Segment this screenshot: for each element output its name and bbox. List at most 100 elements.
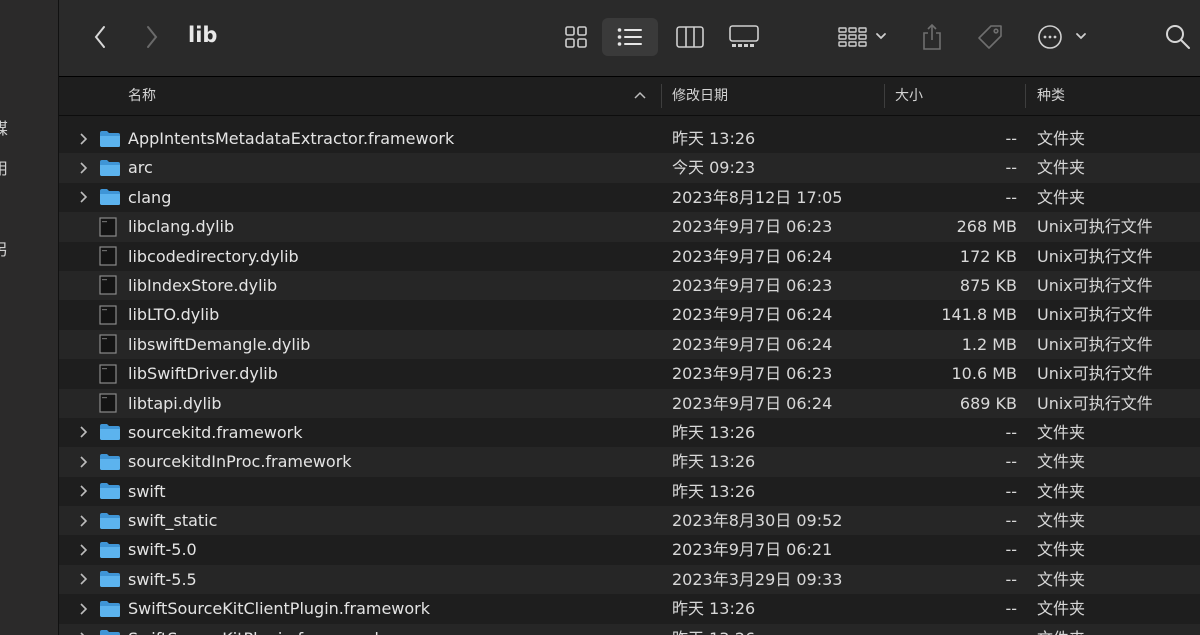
file-kind: Unix可执行文件 xyxy=(1037,364,1153,384)
file-kind: 文件夹 xyxy=(1037,129,1086,148)
table-row[interactable]: SwiftSourceKitClientPlugin.framework 昨天 1… xyxy=(59,594,1200,623)
window-title: lib xyxy=(188,23,218,47)
file-modified-date: 2023年9月7日 06:24 xyxy=(672,246,833,266)
disclosure-chevron-icon[interactable] xyxy=(79,565,93,594)
file-kind: 文件夹 xyxy=(1037,569,1086,589)
document-icon xyxy=(99,242,117,271)
file-name: libIndexStore.dylib xyxy=(128,275,278,295)
file-kind: 文件夹 xyxy=(1037,599,1086,619)
folder-icon xyxy=(99,153,121,182)
more-actions-icon[interactable] xyxy=(1035,18,1091,56)
file-name: SwiftSourceKitPlugin.framework xyxy=(128,624,384,635)
column-divider[interactable] xyxy=(1025,84,1026,108)
file-size: 172 KB xyxy=(959,246,1017,266)
file-size: 268 MB xyxy=(956,217,1017,237)
search-icon[interactable] xyxy=(1161,18,1195,56)
disclosure-chevron-icon[interactable] xyxy=(79,477,93,506)
folder-icon xyxy=(99,477,121,506)
column-header-date[interactable]: 修改日期 xyxy=(672,77,728,115)
file-modified-date: 昨天 13:26 xyxy=(672,422,756,442)
gallery-view-icon[interactable] xyxy=(724,18,764,56)
table-row[interactable]: SwiftSourceKitPlugin.framework 昨天 13:26 --… xyxy=(59,623,1200,635)
icon-view-icon[interactable] xyxy=(556,18,596,56)
disclosure-chevron-icon[interactable] xyxy=(79,183,93,212)
tag-icon[interactable] xyxy=(973,18,1007,56)
sidebar: 煤 用 另 xyxy=(0,0,59,635)
sidebar-fragment[interactable]: 煤 xyxy=(0,115,8,139)
file-size: 1.2 MB xyxy=(961,334,1017,354)
folder-icon xyxy=(99,535,121,564)
document-icon xyxy=(99,271,117,300)
folder-icon xyxy=(99,506,121,535)
file-kind: 文件夹 xyxy=(1037,452,1086,472)
file-kind: Unix可执行文件 xyxy=(1037,334,1153,354)
disclosure-chevron-icon[interactable] xyxy=(79,124,93,153)
document-icon xyxy=(99,300,117,329)
table-row[interactable]: swift-5.5 2023年3月29日 09:33 -- 文件夹 xyxy=(59,564,1200,595)
file-name: SwiftSourceKitClientPlugin.framework xyxy=(128,599,431,619)
column-header-size[interactable]: 大小 xyxy=(895,77,923,115)
table-row[interactable]: sourcekitd.framework 昨天 13:26 -- 文件夹 xyxy=(59,418,1200,447)
toolbar: lib xyxy=(59,0,1200,77)
file-name: swift-5.0 xyxy=(128,540,197,560)
disclosure-chevron-icon[interactable] xyxy=(79,624,93,635)
file-name: AppIntentsMetadataExtractor.framework xyxy=(128,129,455,148)
table-row[interactable]: sourcekitdInProc.framework 昨天 13:26 -- 文件夹 xyxy=(59,447,1200,477)
sidebar-fragment[interactable]: 另 xyxy=(0,236,8,260)
column-header-kind[interactable]: 种类 xyxy=(1037,77,1065,115)
file-size: -- xyxy=(1005,158,1017,178)
table-row[interactable]: libSwiftDriver.dylib 2023年9月7日 06:23 10.6 … xyxy=(59,359,1200,388)
file-name: swift-5.5 xyxy=(128,569,197,589)
column-divider[interactable] xyxy=(661,84,662,108)
table-row[interactable]: swift 昨天 13:26 -- 文件夹 xyxy=(59,477,1200,506)
file-modified-date: 2023年9月7日 06:23 xyxy=(672,217,833,237)
sort-ascending-icon[interactable] xyxy=(634,76,646,114)
file-kind: 文件夹 xyxy=(1037,481,1086,501)
file-modified-date: 2023年8月30日 09:52 xyxy=(672,511,843,531)
disclosure-chevron-icon[interactable] xyxy=(79,153,93,182)
file-modified-date: 2023年3月29日 09:33 xyxy=(672,569,843,589)
file-kind: Unix可执行文件 xyxy=(1037,275,1153,295)
file-name: libLTO.dylib xyxy=(128,305,220,325)
folder-icon xyxy=(99,565,121,594)
document-icon xyxy=(99,212,117,241)
table-row[interactable]: libclang.dylib 2023年9月7日 06:23 268 MB Unix可… xyxy=(59,212,1200,242)
file-size: 875 KB xyxy=(959,275,1017,295)
file-name: libclang.dylib xyxy=(128,217,235,237)
file-modified-date: 2023年9月7日 06:24 xyxy=(672,305,833,325)
disclosure-chevron-icon[interactable] xyxy=(79,594,93,623)
disclosure-chevron-icon[interactable] xyxy=(79,535,93,564)
share-icon[interactable] xyxy=(915,18,949,56)
column-divider[interactable] xyxy=(884,84,885,108)
file-size: -- xyxy=(1005,624,1017,635)
column-header-name[interactable]: 名称 xyxy=(128,77,156,115)
disclosure-chevron-icon[interactable] xyxy=(79,506,93,535)
table-row[interactable]: swift_static 2023年8月30日 09:52 -- 文件夹 xyxy=(59,506,1200,536)
disclosure-chevron-icon[interactable] xyxy=(79,447,93,476)
table-row[interactable]: libIndexStore.dylib 2023年9月7日 06:23 875 KB… xyxy=(59,270,1200,301)
table-row[interactable]: libswiftDemangle.dylib 2023年9月7日 06:24 1.2… xyxy=(59,329,1200,360)
sidebar-fragment[interactable]: 用 xyxy=(0,155,8,179)
group-icon[interactable] xyxy=(835,18,891,56)
back-icon[interactable] xyxy=(85,18,115,56)
table-row[interactable]: libtapi.dylib 2023年9月7日 06:24 689 KB Unix可执… xyxy=(59,388,1200,418)
forward-icon[interactable] xyxy=(137,18,167,56)
file-modified-date: 昨天 13:26 xyxy=(672,452,756,472)
file-size: -- xyxy=(1005,481,1017,501)
column-view-icon[interactable] xyxy=(670,18,710,56)
file-modified-date: 昨天 13:26 xyxy=(672,599,756,619)
table-row[interactable]: arc 今天 09:23 -- 文件夹 xyxy=(59,153,1200,183)
file-kind: Unix可执行文件 xyxy=(1037,217,1153,237)
table-row[interactable]: swift-5.0 2023年9月7日 06:21 -- 文件夹 xyxy=(59,535,1200,564)
table-row[interactable]: clang 2023年8月12日 17:05 -- 文件夹 xyxy=(59,183,1200,212)
file-kind: 文件夹 xyxy=(1037,511,1086,531)
file-size: -- xyxy=(1005,129,1017,148)
document-icon xyxy=(99,330,117,359)
disclosure-chevron-icon[interactable] xyxy=(79,418,93,447)
table-row[interactable]: AppIntentsMetadataExtractor.framework 昨天 … xyxy=(59,124,1200,153)
table-row[interactable]: libcodedirectory.dylib 2023年9月7日 06:24 172… xyxy=(59,242,1200,271)
list-view-icon[interactable] xyxy=(602,18,658,56)
folder-icon xyxy=(99,594,121,623)
table-row[interactable]: libLTO.dylib 2023年9月7日 06:24 141.8 MB Unix可… xyxy=(59,300,1200,329)
file-name: libtapi.dylib xyxy=(128,393,222,413)
